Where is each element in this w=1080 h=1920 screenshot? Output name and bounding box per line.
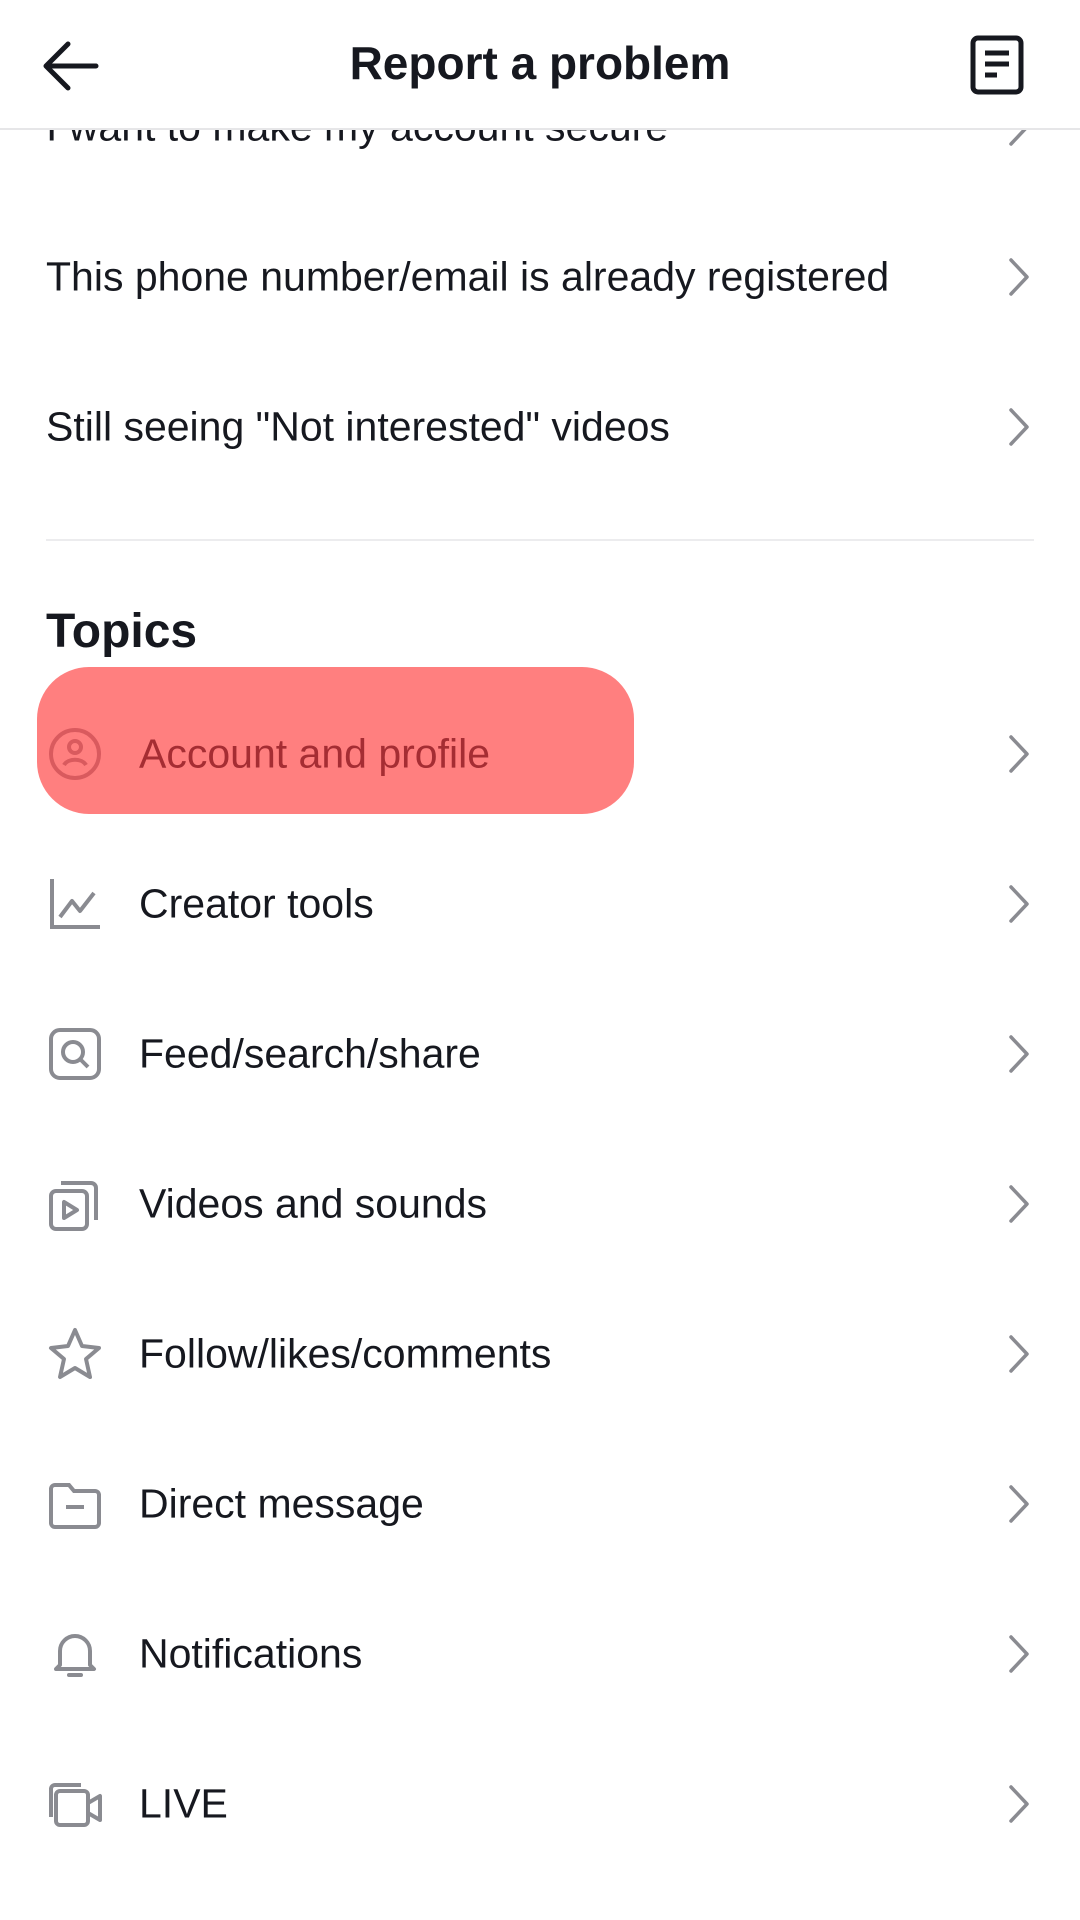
chevron-right-icon [1009, 1635, 1029, 1673]
chevron-right-icon [1009, 1185, 1029, 1223]
topic-item[interactable]: Notifications [0, 1579, 1080, 1729]
topic-item[interactable]: Account and profile [0, 679, 1080, 829]
topic-item-label: Account and profile [139, 730, 491, 777]
chevron-right-icon [1009, 1335, 1029, 1373]
live-camera-icon [49, 1783, 102, 1827]
topics-heading: Topics [46, 605, 198, 658]
suggested-item[interactable]: This phone number/email is already regis… [0, 202, 1080, 352]
star-icon [49, 1328, 101, 1379]
topic-item[interactable]: Feed/search/share [0, 979, 1080, 1129]
top-bar: Report a problem [0, 0, 1080, 130]
search-square-icon [49, 1028, 101, 1080]
topic-item[interactable]: Direct message [0, 1429, 1080, 1579]
divider [46, 539, 1034, 541]
topic-item-label: LIVE [139, 1780, 228, 1827]
topic-item-label: Feed/search/share [139, 1030, 481, 1077]
topic-item-label: Direct message [139, 1480, 424, 1527]
topic-item-label: Notifications [139, 1630, 363, 1677]
topic-item-label: Follow/likes/comments [139, 1330, 552, 1377]
suggested-item[interactable]: Still seeing "Not interested" videos [0, 352, 1080, 502]
line-chart-icon [50, 879, 100, 929]
topic-item[interactable]: LIVE [0, 1729, 1080, 1879]
chevron-right-icon [1009, 1785, 1029, 1823]
page-title: Report a problem [349, 37, 731, 89]
chevron-right-icon [1009, 1485, 1029, 1523]
document-list-icon[interactable] [968, 34, 1028, 96]
user-circle-icon [49, 728, 101, 780]
topic-item-label: Videos and sounds [139, 1180, 488, 1227]
chevron-right-icon [1009, 735, 1029, 773]
chevron-right-icon [1009, 258, 1029, 296]
topic-item[interactable]: Creator tools [0, 829, 1080, 979]
suggested-item-label: This phone number/email is already regis… [46, 253, 890, 300]
topic-item[interactable]: Follow/likes/comments [0, 1279, 1080, 1429]
chevron-right-icon [1009, 408, 1029, 446]
folder-icon [49, 1483, 101, 1529]
video-stack-icon [49, 1181, 98, 1231]
topic-item[interactable]: Videos and sounds [0, 1129, 1080, 1279]
chevron-right-icon [1009, 885, 1029, 923]
suggested-item-label: Still seeing "Not interested" videos [46, 403, 670, 450]
bell-icon [54, 1634, 96, 1677]
topic-item-label: Creator tools [139, 880, 374, 927]
chevron-right-icon [1009, 1035, 1029, 1073]
